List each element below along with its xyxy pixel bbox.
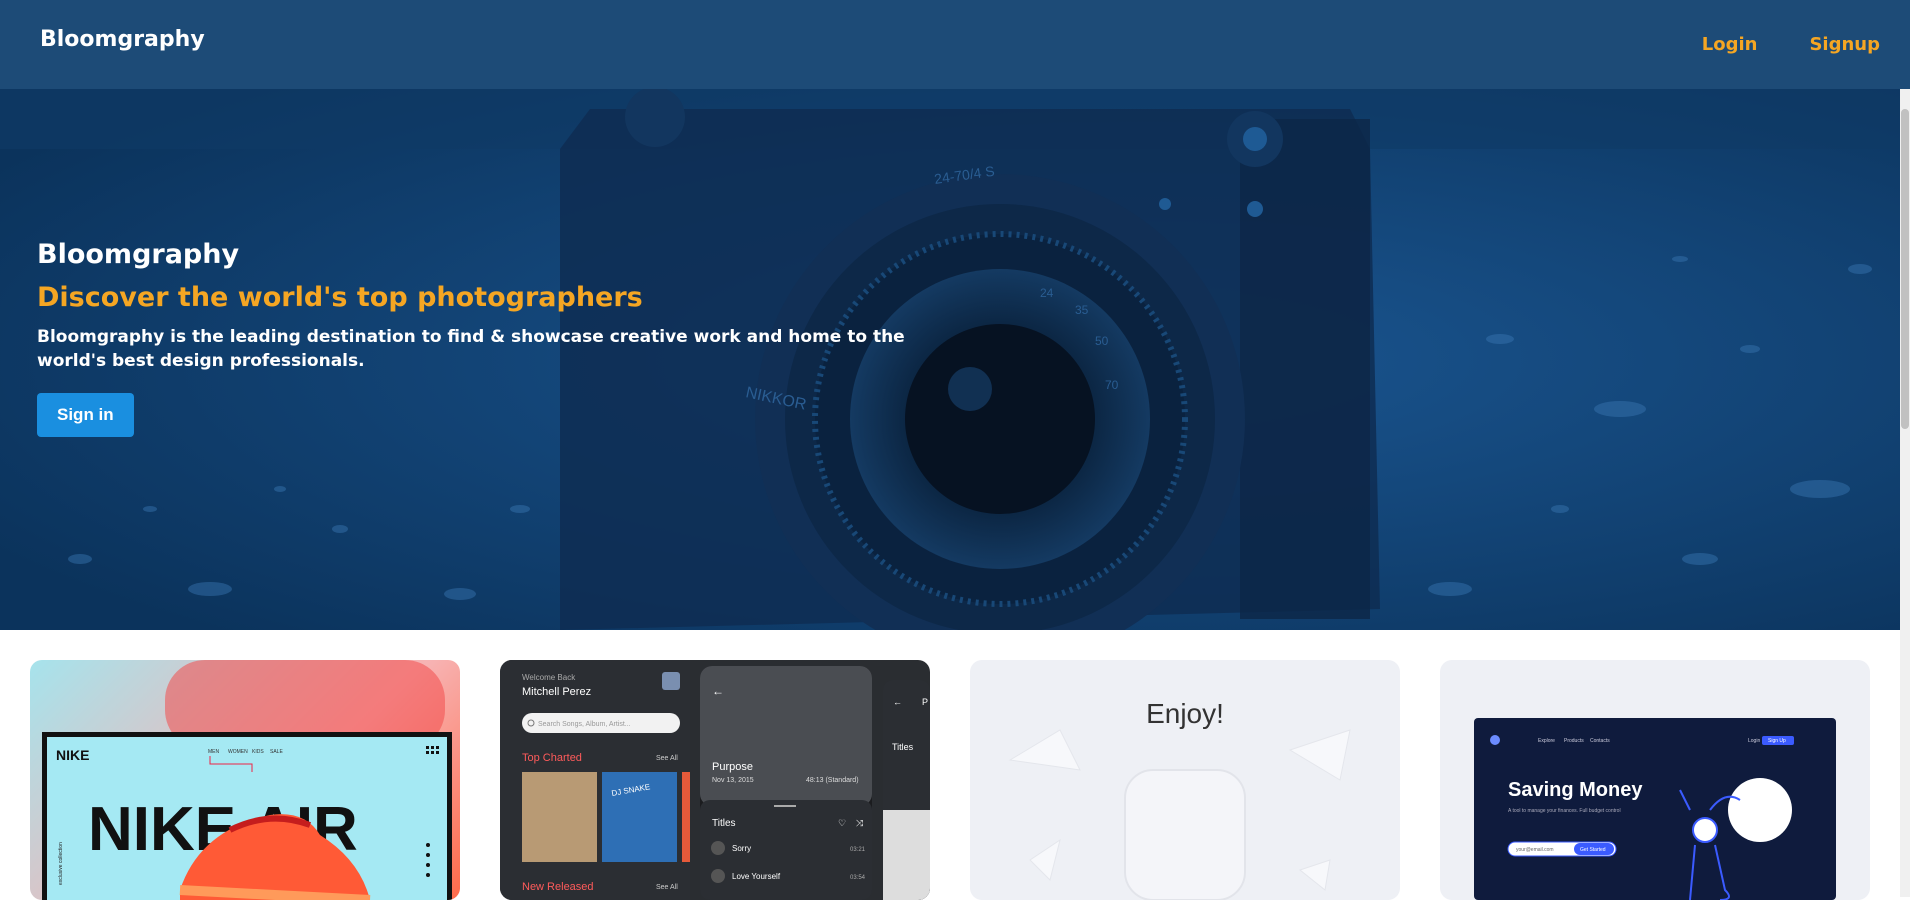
login-link[interactable]: Login <box>1702 34 1758 55</box>
user-name: Mitchell Perez <box>522 686 591 698</box>
hero-description: Bloomgraphy is the leading destination t… <box>37 327 905 372</box>
page-scrollbar[interactable] <box>1900 89 1910 897</box>
saving-money-text: A tool to manage your finances. Full bud… <box>1508 808 1621 814</box>
saving-money-headline: Saving Money <box>1508 779 1643 801</box>
heart-icon: ♡ <box>838 818 846 828</box>
scrollbar-thumb[interactable] <box>1901 109 1909 429</box>
top-charted-heading: Top Charted <box>522 752 582 764</box>
signup-link[interactable]: Signup <box>1809 34 1880 55</box>
brand-logo[interactable]: Bloomgraphy <box>40 27 205 52</box>
lens-marking: 70 <box>1105 378 1119 392</box>
nike-menu-item: SALE <box>270 749 283 755</box>
nike-menu-item: KIDS <box>252 749 264 755</box>
music-app-shot-image: Welcome Back Mitchell Perez Search Songs… <box>500 660 930 900</box>
lens-marking: 50 <box>1095 334 1109 348</box>
svg-text:←: ← <box>712 684 724 698</box>
nav-links: Login Signup <box>1702 34 1880 55</box>
titles-heading: Titles <box>712 818 736 829</box>
signup-text: Sign Up <box>1768 738 1786 744</box>
nike-side-text: exclusive collection <box>58 842 64 885</box>
shot-card-music-app[interactable]: Welcome Back Mitchell Perez Search Songs… <box>500 660 930 900</box>
track-name: Love Yourself <box>732 872 781 881</box>
track-name: Sorry <box>732 844 751 853</box>
search-placeholder: Search Songs, Album, Artist... <box>538 721 631 728</box>
user-avatar <box>662 672 680 690</box>
nike-menu-item: WOMEN <box>228 749 248 755</box>
nav-item: Contacts <box>1590 738 1610 744</box>
saving-money-shot-image: Explore Products Contacts Login Sign Up … <box>1474 718 1836 900</box>
svg-text:←: ← <box>893 697 902 707</box>
hero-title: Bloomgraphy <box>37 239 240 270</box>
shot-card-saving-money[interactable]: Explore Products Contacts Login Sign Up … <box>1440 660 1870 900</box>
login-text: Login <box>1748 738 1760 744</box>
welcome-text: Welcome Back <box>522 673 576 682</box>
hero-content: Bloomgraphy Discover the world's top pho… <box>37 237 977 438</box>
shuffle-icon: ⤨ <box>856 818 864 828</box>
new-released-heading: New Released <box>522 881 594 893</box>
nike-menu-item: MEN <box>208 749 220 755</box>
track-time: 03:54 <box>850 875 866 881</box>
album-length: 48:13 (Standard) <box>806 777 859 784</box>
shot-card-neumorphic[interactable]: Enjoy! <box>970 660 1400 900</box>
lens-marking: 24 <box>1040 286 1054 300</box>
get-started-text: Get Started <box>1580 847 1606 853</box>
album-date: Nov 13, 2015 <box>712 777 754 784</box>
nav-item: Products <box>1564 738 1584 744</box>
track-time: 03:21 <box>850 847 866 853</box>
hero-section: NIKKOR 24-70/4 S 24 35 50 70 Bloomgraphy… <box>0 89 1910 630</box>
lens-marking: 35 <box>1075 303 1089 317</box>
see-all-link: See All <box>656 755 678 762</box>
hero-subtitle: Discover the world's top photographers <box>37 282 643 314</box>
side-screen-letter: P <box>922 697 928 707</box>
top-navbar: Bloomgraphy Login Signup <box>0 0 1910 89</box>
sign-in-button[interactable]: Sign in <box>37 393 134 438</box>
nav-item: Explore <box>1538 738 1555 744</box>
nike-logo-text: NIKE <box>56 747 89 763</box>
side-titles: Titles <box>892 742 914 752</box>
album-hero-image <box>700 666 872 806</box>
see-all-link: See All <box>656 884 678 891</box>
shot-card-nike[interactable]: NIKE MEN WOMEN KIDS SALE NIKE AIR exclus… <box>30 660 460 900</box>
album-cover <box>522 772 597 862</box>
album-title: Purpose <box>712 761 753 773</box>
email-placeholder: your@email.com <box>1516 847 1554 853</box>
neumorphic-shapes <box>1008 729 1351 900</box>
nike-shot-image: NIKE MEN WOMEN KIDS SALE NIKE AIR exclus… <box>42 660 452 900</box>
